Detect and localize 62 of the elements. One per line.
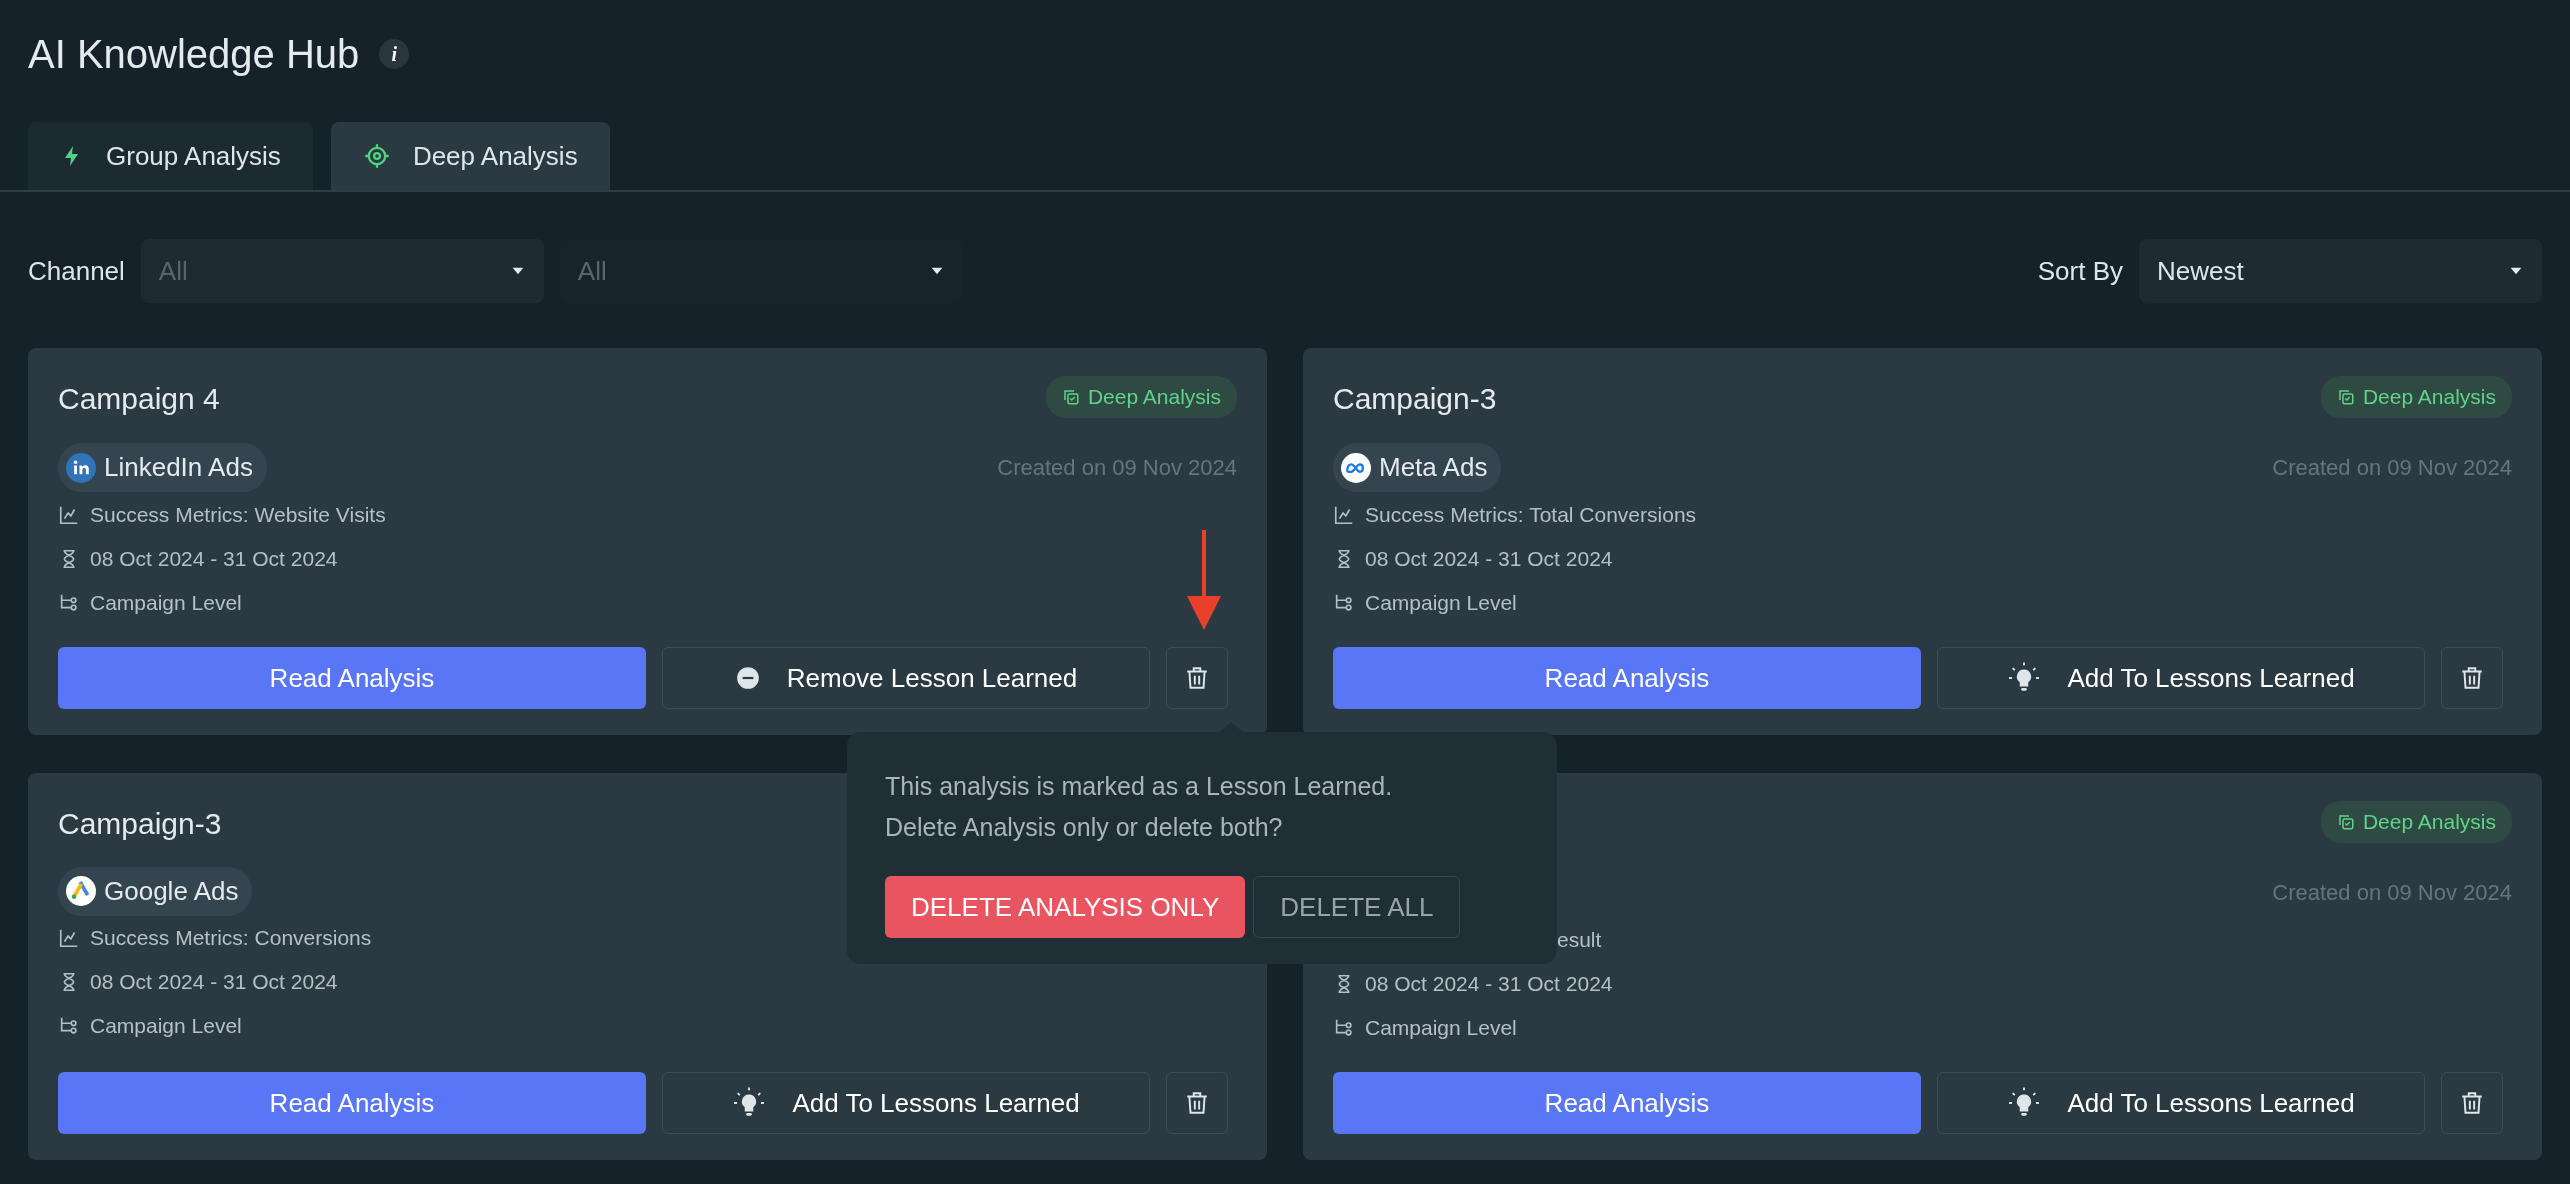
metric-text: Success Metrics: Total Conversions [1365, 501, 1697, 528]
linkedin-logo-icon [66, 452, 96, 483]
popover-message: Delete Analysis only or delete both? [885, 812, 1284, 843]
minus-circle-icon [734, 665, 761, 691]
trash-icon [1184, 665, 1210, 691]
campaign-title: Campaign-3 [58, 806, 222, 841]
level-text: Campaign Level [90, 1013, 242, 1040]
analysis-badge: Deep Analysis [1045, 376, 1237, 418]
delete-button[interactable] [2441, 1072, 2503, 1134]
copy-check-icon [2336, 387, 2355, 406]
created-date: Created on 09 Nov 2024 [2272, 879, 2512, 907]
page-title: AI Knowledge Hub [28, 31, 360, 78]
info-icon[interactable]: i [379, 39, 410, 69]
copy-check-icon [2336, 812, 2355, 831]
channel-chip: LinkedIn Ads [58, 443, 267, 492]
trash-icon [2459, 1090, 2485, 1116]
date-range: 08 Oct 2024 - 31 Oct 2024 [90, 969, 338, 996]
google-ads-logo-icon [66, 876, 96, 906]
sort-select[interactable]: Newest [2139, 239, 2542, 303]
lesson-button[interactable]: Add To Lessons Learned [1937, 647, 2425, 709]
channel-chip: Meta Ads [1333, 443, 1502, 492]
read-analysis-button[interactable]: Read Analysis [1333, 647, 1921, 709]
delete-button[interactable] [2441, 647, 2503, 709]
created-date: Created on 09 Nov 2024 [2272, 454, 2512, 482]
lesson-button[interactable]: Remove Lesson Learned [662, 647, 1150, 709]
date-range: 08 Oct 2024 - 31 Oct 2024 [1365, 545, 1613, 572]
campaign-title: Campaign-3 [1333, 381, 1497, 416]
lesson-button[interactable]: Add To Lessons Learned [1937, 1072, 2425, 1134]
metric-text: Success Metrics: Conversions [90, 925, 372, 952]
analysis-badge: Deep Analysis [2320, 801, 2512, 843]
copy-check-icon [1061, 387, 1080, 406]
lesson-button[interactable]: Add To Lessons Learned [662, 1072, 1150, 1134]
meta-logo-icon [1341, 452, 1371, 483]
delete-all-button[interactable]: DELETE ALL [1253, 876, 1461, 938]
filter-label: Channel [28, 254, 125, 288]
delete-button[interactable] [1166, 647, 1228, 709]
metric-text: esult [1557, 926, 1602, 953]
read-analysis-button[interactable]: Read Analysis [1333, 1072, 1921, 1134]
created-date: Created on 09 Nov 2024 [997, 454, 1237, 482]
date-range: 08 Oct 2024 - 31 Oct 2024 [90, 545, 338, 572]
analysis-badge: Deep Analysis [2320, 376, 2512, 418]
level-text: Campaign Level [1365, 589, 1517, 616]
channel-chip: Google Ads [58, 866, 253, 916]
metric-text: Success Metrics: Website Visits [90, 501, 386, 528]
level-text: Campaign Level [90, 589, 242, 616]
target-icon [362, 142, 391, 170]
read-analysis-button[interactable]: Read Analysis [58, 647, 646, 709]
hierarchy-icon [58, 1015, 80, 1037]
tab[interactable]: Deep Analysis [330, 122, 610, 190]
trash-icon [2459, 665, 2485, 691]
trash-icon [1184, 1090, 1210, 1116]
tab[interactable]: Group Analysis [28, 122, 313, 190]
date-range: 08 Oct 2024 - 31 Oct 2024 [1365, 970, 1613, 997]
read-analysis-button[interactable]: Read Analysis [58, 1072, 646, 1134]
delete-analysis-button[interactable]: DELETE ANALYSIS ONLY [885, 876, 1246, 938]
level-text: Campaign Level [1365, 1014, 1517, 1041]
sort-label: Sort By [2037, 254, 2123, 288]
arrow-icon [1187, 530, 1221, 630]
chart-icon [58, 927, 80, 949]
popover-message: This analysis is marked as a Lesson Learned. [885, 771, 1394, 802]
campaign-title: Campaign 4 [58, 381, 220, 416]
delete-button[interactable] [1166, 1072, 1228, 1134]
